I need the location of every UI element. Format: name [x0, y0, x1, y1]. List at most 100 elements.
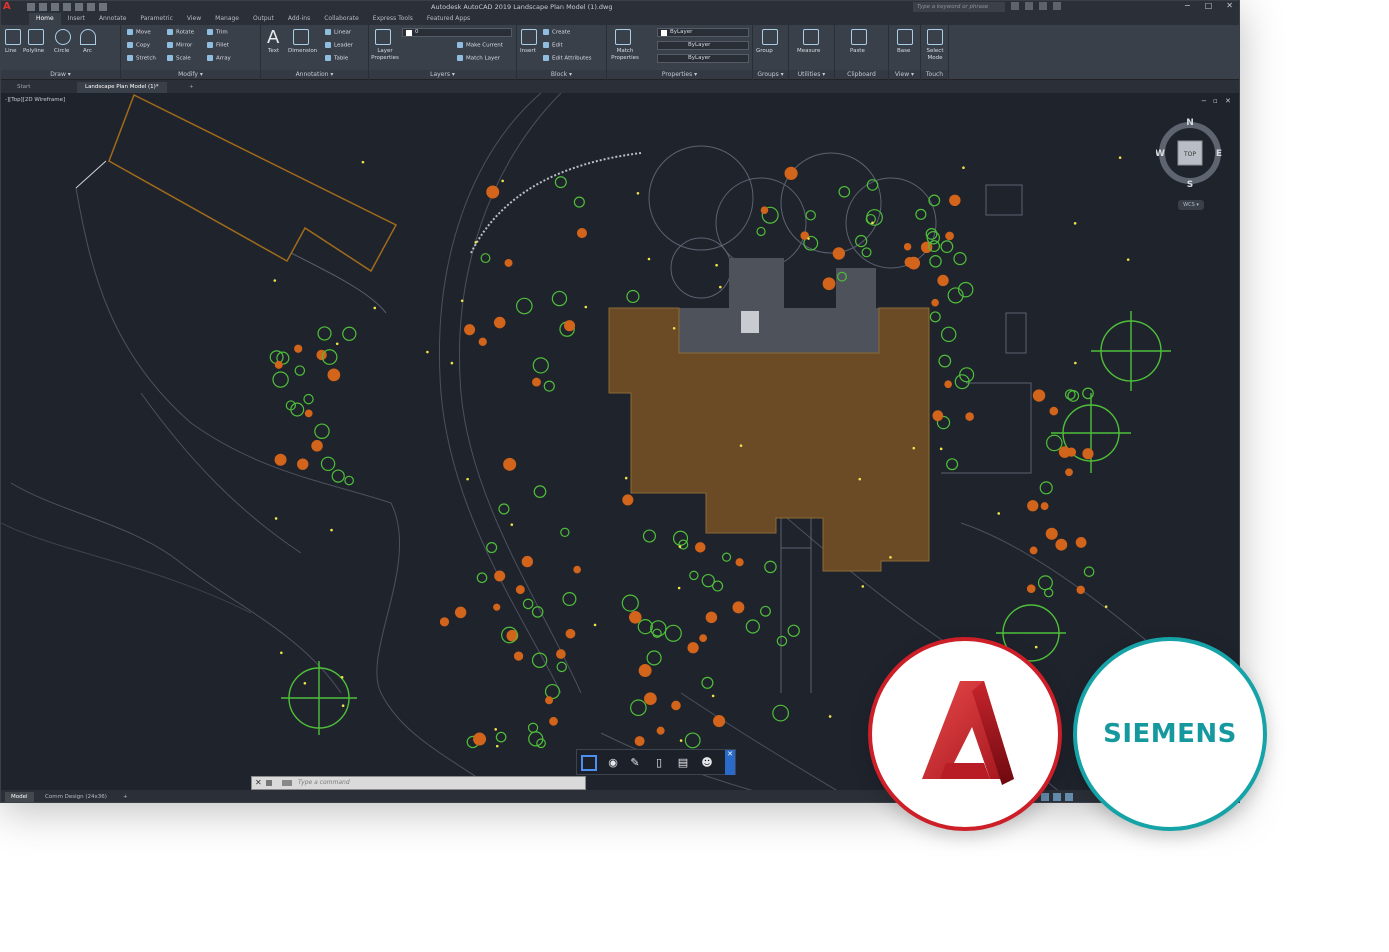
mouse-icon[interactable]: ▯ [651, 755, 667, 771]
rotate-tool[interactable]: Rotate [167, 29, 194, 36]
linear-tool[interactable]: Linear [325, 29, 351, 36]
paste-icon[interactable] [851, 29, 867, 45]
viewport-maximize-button[interactable]: ▫ [1213, 97, 1218, 105]
cart-icon[interactable] [1025, 2, 1033, 10]
tab-view[interactable]: View [180, 13, 208, 25]
table-tool[interactable]: Table [325, 55, 348, 62]
select-mode-icon[interactable] [927, 29, 943, 45]
tab-comm-design[interactable]: Comm Design (24x36) [39, 792, 113, 802]
scale-tool[interactable]: Scale [167, 55, 191, 62]
create-block-tool[interactable]: Create [543, 29, 570, 36]
match-layer-tool[interactable]: Match Layer [457, 55, 500, 62]
layer-dropdown[interactable]: 0 [402, 28, 512, 37]
close-icon[interactable]: ✕ [255, 777, 262, 789]
base-view-icon[interactable] [897, 29, 913, 45]
tab-express-tools[interactable]: Express Tools [366, 13, 420, 25]
search-input[interactable]: Type a keyword or phrase [913, 2, 1005, 12]
eye-icon[interactable]: ◉ [605, 755, 621, 771]
help-icon[interactable] [1053, 2, 1061, 10]
linetype-dropdown[interactable]: ByLayer [657, 41, 749, 50]
command-line[interactable]: ✕ Type a command [251, 776, 586, 790]
save-as-icon[interactable] [63, 3, 71, 11]
viewport-minimize-button[interactable]: − [1201, 97, 1207, 105]
tab-drawing[interactable]: Landscape Plan Model (1)* [77, 82, 167, 93]
dimension-icon[interactable] [293, 29, 309, 45]
printer-icon[interactable]: ▤ [675, 755, 691, 771]
new-file-icon[interactable] [27, 3, 35, 11]
viewcube[interactable]: TOP N S E W [1156, 115, 1224, 195]
tab-manage[interactable]: Manage [208, 13, 246, 25]
compass-west[interactable]: W [1156, 149, 1165, 159]
insert-icon[interactable] [521, 29, 537, 45]
compass-north[interactable]: N [1186, 118, 1194, 128]
tab-insert[interactable]: Insert [61, 13, 92, 25]
edit-attributes-tool[interactable]: Edit Attributes [543, 55, 592, 62]
base-view-tool[interactable]: Base [897, 48, 910, 54]
match-properties-icon[interactable] [615, 29, 631, 45]
undo-icon[interactable] [87, 3, 95, 11]
edit-block-tool[interactable]: Edit [543, 42, 563, 49]
layer-properties-icon[interactable] [375, 29, 391, 45]
insert-tool[interactable]: Insert [520, 48, 536, 54]
customize-icon[interactable] [1065, 793, 1073, 801]
viewport-label[interactable]: -][Top][2D Wireframe] [5, 97, 65, 103]
group-icon[interactable] [762, 29, 778, 45]
move-tool[interactable]: Move [127, 29, 151, 36]
dimension-tool[interactable]: Dimension [288, 48, 317, 54]
wcs-menu[interactable]: WCS ▾ [1178, 200, 1204, 210]
match-properties-tool[interactable]: Match Properties [609, 48, 641, 62]
select-mode-tool[interactable]: Select Mode [923, 48, 947, 62]
new-layout-button[interactable]: + [117, 792, 134, 802]
compass-south[interactable]: S [1187, 180, 1193, 190]
measure-icon[interactable] [803, 29, 819, 45]
mirror-tool[interactable]: Mirror [167, 42, 192, 49]
pencil-icon[interactable]: ✎ [627, 755, 643, 771]
app-menu-button[interactable]: A [3, 1, 23, 13]
arc-tool[interactable]: Arc [83, 48, 92, 54]
array-tool[interactable]: Array [207, 55, 231, 62]
open-file-icon[interactable] [39, 3, 47, 11]
modify-panel-title[interactable]: Modify ▾ [121, 70, 260, 79]
tab-featured-apps[interactable]: Featured Apps [420, 13, 477, 25]
line-icon[interactable] [5, 29, 21, 45]
groups-panel-title[interactable]: Groups ▾ [753, 70, 788, 79]
select-icon[interactable] [581, 755, 597, 771]
properties-panel-title[interactable]: Properties ▾ [607, 70, 752, 79]
lineweight-dropdown[interactable]: ByLayer [657, 54, 749, 63]
layer-properties-tool[interactable]: Layer Properties [371, 48, 399, 62]
text-tool[interactable]: Text [268, 48, 279, 54]
tab-model[interactable]: Model [5, 792, 34, 802]
text-icon[interactable]: A [267, 27, 279, 48]
tab-output[interactable]: Output [246, 13, 281, 25]
layers-panel-title[interactable]: Layers ▾ [369, 70, 516, 79]
utilities-panel-title[interactable]: Utilities ▾ [789, 70, 834, 79]
polyline-tool[interactable]: Polyline [23, 48, 44, 54]
arc-icon[interactable] [80, 29, 96, 45]
viewcube-face[interactable]: TOP [1183, 151, 1196, 158]
tab-start[interactable]: Start [9, 82, 38, 93]
view-panel-title[interactable]: View ▾ [889, 70, 920, 79]
print-icon[interactable] [75, 3, 83, 11]
tab-add-ins[interactable]: Add-ins [281, 13, 317, 25]
circle-tool[interactable]: Circle [54, 48, 69, 54]
measure-tool[interactable]: Measure [797, 48, 820, 54]
stretch-tool[interactable]: Stretch [127, 55, 156, 62]
polyline-icon[interactable] [28, 29, 44, 45]
tab-home[interactable]: Home [29, 13, 61, 25]
annotation-panel-title[interactable]: Annotation ▾ [261, 70, 368, 79]
exchange-icon[interactable] [1039, 2, 1047, 10]
save-icon[interactable] [51, 3, 59, 11]
close-button[interactable]: ✕ [1226, 1, 1233, 10]
draw-panel-title[interactable]: Draw ▾ [1, 70, 120, 79]
circle-icon[interactable] [55, 29, 71, 45]
tab-collaborate[interactable]: Collaborate [317, 13, 366, 25]
wrench-icon[interactable] [266, 780, 272, 786]
sign-in-icon[interactable] [1011, 2, 1019, 10]
leader-tool[interactable]: Leader [325, 42, 353, 49]
compass-east[interactable]: E [1216, 149, 1222, 159]
trim-tool[interactable]: Trim [207, 29, 228, 36]
group-tool[interactable]: Group [756, 48, 773, 54]
command-input[interactable]: Type a command [298, 777, 350, 789]
paste-tool[interactable]: Paste [850, 48, 865, 54]
redo-icon[interactable] [99, 3, 107, 11]
